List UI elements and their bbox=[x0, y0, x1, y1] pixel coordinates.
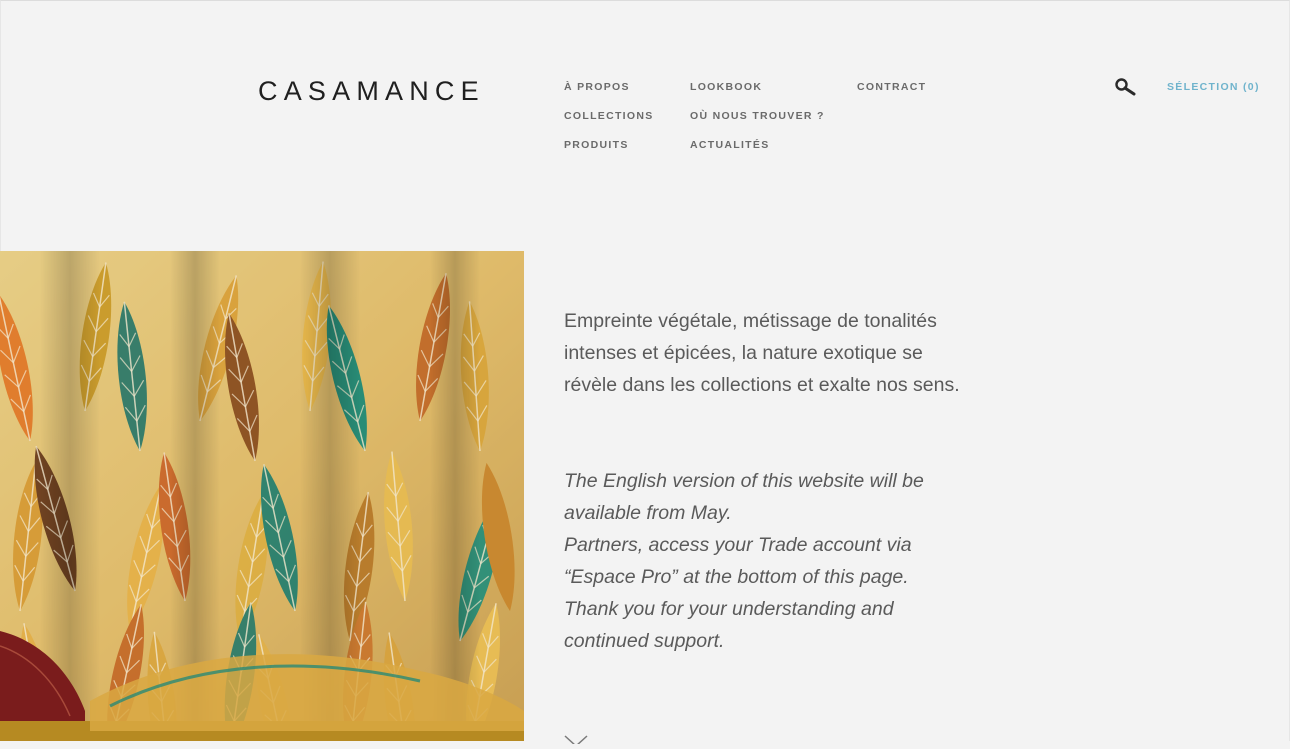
nav-item-about[interactable]: À PROPOS bbox=[564, 80, 630, 94]
fabric-image bbox=[0, 251, 524, 741]
nav-item-contract[interactable]: CONTRACT bbox=[857, 80, 926, 94]
notice-line-thanks: Thank you for your understanding and con… bbox=[564, 598, 894, 652]
notice-line-english: The English version of this website will… bbox=[564, 470, 924, 524]
scroll-down-button[interactable] bbox=[563, 731, 589, 748]
intro-text: Empreinte végétale, métissage de tonalit… bbox=[564, 310, 960, 396]
chevron-down-icon bbox=[564, 735, 588, 748]
nav-item-products[interactable]: PRODUITS bbox=[564, 138, 629, 152]
nav-item-collections[interactable]: COLLECTIONS bbox=[564, 109, 654, 123]
hero-image bbox=[0, 251, 524, 741]
logo[interactable]: CASAMANCE bbox=[258, 75, 485, 107]
nav-item-lookbook[interactable]: LOOKBOOK bbox=[690, 80, 762, 94]
search-button[interactable] bbox=[1114, 77, 1138, 97]
selection-link[interactable]: SÉLECTION (0) bbox=[1167, 80, 1260, 94]
nav-item-where-to-find[interactable]: OÙ NOUS TROUVER ? bbox=[690, 109, 825, 123]
search-icon bbox=[1115, 78, 1136, 96]
nav-item-news[interactable]: ACTUALITÉS bbox=[690, 138, 770, 152]
notice-line-partners: Partners, access your Trade account via … bbox=[564, 534, 912, 588]
notice-text: The English version of this website will… bbox=[564, 465, 964, 657]
